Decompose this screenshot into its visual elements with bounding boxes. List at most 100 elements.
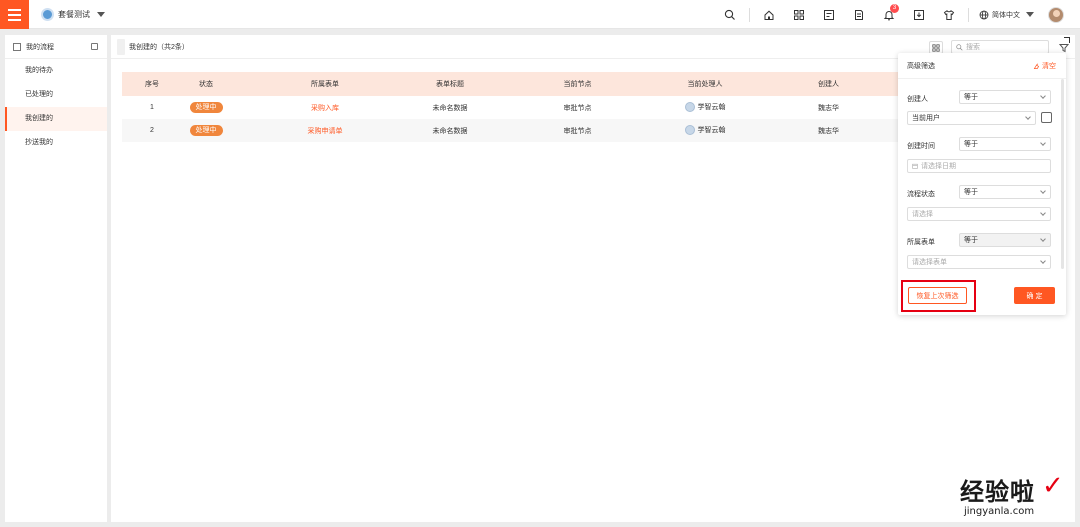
app-switcher[interactable]: 套餐测试 (41, 7, 105, 22)
bell-icon[interactable]: 3 (874, 0, 904, 29)
status-cell: 处理中 (182, 119, 230, 142)
divider (749, 7, 750, 22)
creator-value: 当前用户 (912, 115, 940, 122)
grid-icon (932, 43, 940, 52)
creator-operator-select[interactable]: 等于 (959, 90, 1051, 104)
sidebar-item-cc-to-me[interactable]: 抄送我的 (5, 131, 107, 155)
status-placeholder: 请选择 (912, 211, 933, 218)
expand-corner-icon[interactable] (1064, 37, 1070, 43)
user-avatar-icon (684, 124, 695, 135)
watermark: 经验啦 ✓ jingyanla.com (950, 470, 1075, 524)
app-name: 套餐测试 (58, 10, 90, 19)
user-picker-icon[interactable] (1041, 112, 1052, 123)
filter-scrollbar[interactable] (1061, 79, 1064, 269)
download-icon[interactable] (904, 0, 934, 29)
date-placeholder: 请选择日期 (921, 163, 956, 170)
language-label: 简体中文 (992, 11, 1020, 19)
time-operator-select[interactable]: 等于 (959, 137, 1051, 151)
table-header-row: 序号 状态 所属表单 表单标题 当前节点 当前处理人 创建人 (122, 72, 922, 96)
watermark-url: jingyanla.com (964, 506, 1035, 517)
chevron-down-icon (1040, 140, 1046, 146)
operator-value: 等于 (964, 141, 978, 148)
watermark-text: 经验啦 (960, 478, 1035, 506)
title-cell: 未命名数据 (420, 119, 480, 142)
form-placeholder: 请选择表单 (912, 259, 947, 266)
sidebar: 我的流程 我的待办 已处理的 我创建的 抄送我的 (5, 35, 107, 522)
clear-icon (1033, 62, 1040, 69)
sidebar-header: 我的流程 (5, 35, 107, 59)
top-icon-bar: 3 简体中文 (715, 0, 1080, 29)
language-switcher[interactable]: 简体中文 (973, 0, 1040, 29)
column-header[interactable]: 当前节点 (480, 72, 675, 96)
clear-filter-label: 清空 (1042, 63, 1056, 70)
document-icon[interactable] (844, 0, 874, 29)
handler-name: 学智云翰 (697, 126, 726, 134)
chevron-down-icon (1040, 93, 1046, 99)
top-bar: 套餐测试 3 简体中文 (0, 0, 1080, 29)
apps-icon[interactable] (784, 0, 814, 29)
home-icon[interactable] (754, 0, 784, 29)
chevron-down-icon (1040, 258, 1046, 264)
new-window-icon[interactable] (91, 43, 98, 50)
creator-value-select[interactable]: 当前用户 (907, 111, 1036, 125)
form-operator-select[interactable]: 等于 (959, 233, 1051, 247)
advanced-filter-panel: 高级筛选 清空 创建人 等于 当前用户 创建时间 等于 请选择日期 流程状态 等… (898, 53, 1066, 315)
filter-panel-header: 高级筛选 清空 (898, 53, 1066, 79)
status-cell: 处理中 (182, 96, 230, 119)
chevron-down-icon (1040, 210, 1046, 216)
table-row[interactable]: 2 处理中 采购申请单 未命名数据 审批节点 学智云翰 魏志华 (122, 119, 922, 142)
sidebar-item-my-todo[interactable]: 我的待办 (5, 59, 107, 83)
filter-icon[interactable] (1059, 43, 1069, 53)
chevron-down-icon (1040, 236, 1046, 242)
column-header[interactable]: 当前处理人 (675, 72, 735, 96)
operator-value: 等于 (964, 237, 978, 244)
chevron-down-icon (1040, 188, 1046, 194)
app-logo-icon (41, 8, 54, 21)
status-value-select[interactable]: 请选择 (907, 207, 1051, 221)
form-link[interactable]: 采购申请单 (308, 128, 343, 135)
status-operator-select[interactable]: 等于 (959, 185, 1051, 199)
creator-cell: 魏志华 (735, 119, 922, 142)
filter-label-form: 所属表单 (907, 239, 935, 246)
filter-title: 高级筛选 (907, 62, 935, 70)
search-icon[interactable] (715, 0, 745, 29)
column-header[interactable]: 创建人 (735, 72, 922, 96)
handler-cell: 学智云翰 (675, 119, 735, 142)
user-avatar-icon (684, 101, 695, 112)
page-title: 我创建的（共2条） (129, 43, 189, 51)
column-header[interactable]: 所属表单 (230, 72, 420, 96)
form-cell: 采购入库 (230, 96, 420, 119)
sidebar-item-processed[interactable]: 已处理的 (5, 83, 107, 107)
sidebar-item-created-by-me[interactable]: 我创建的 (5, 107, 107, 131)
search-input[interactable]: 搜索 (951, 40, 1049, 54)
shirt-icon[interactable] (934, 0, 964, 29)
operator-value: 等于 (964, 189, 978, 196)
column-header[interactable]: 序号 (122, 72, 182, 96)
form-value-select[interactable]: 请选择表单 (907, 255, 1051, 269)
column-header[interactable]: 状态 (182, 72, 230, 96)
creator-cell: 魏志华 (818, 104, 839, 112)
hamburger-menu-icon[interactable] (0, 0, 29, 29)
search-icon (956, 43, 963, 51)
tasks-icon[interactable] (814, 0, 844, 29)
confirm-button[interactable]: 确 定 (1014, 287, 1055, 304)
date-picker-input[interactable]: 请选择日期 (907, 159, 1051, 173)
notification-badge: 3 (890, 4, 899, 13)
handler-cell: 学智云翰 (675, 96, 735, 119)
form-link[interactable]: 采购入库 (311, 105, 339, 112)
clear-filter-button[interactable]: 清空 (1033, 61, 1056, 71)
collapse-sidebar-handle[interactable] (117, 38, 125, 55)
search-placeholder: 搜索 (966, 44, 980, 51)
table-row[interactable]: 1 处理中 采购入库 未命名数据 审批节点 学智云翰 魏志华 (122, 96, 922, 119)
highlight-box (901, 280, 976, 312)
process-table: 序号 状态 所属表单 表单标题 当前节点 当前处理人 创建人 1 处理中 采购入… (122, 72, 922, 142)
caret-down-icon (97, 12, 105, 17)
form-cell: 采购申请单 (230, 119, 420, 142)
caret-down-icon (1026, 12, 1034, 17)
handler-name: 学智云翰 (697, 103, 726, 111)
title-cell: 未命名数据 (432, 104, 468, 112)
avatar[interactable] (1048, 6, 1064, 23)
node-cell: 审批节点 (563, 104, 592, 112)
status-badge: 处理中 (189, 102, 223, 113)
column-header[interactable]: 表单标题 (420, 72, 480, 96)
